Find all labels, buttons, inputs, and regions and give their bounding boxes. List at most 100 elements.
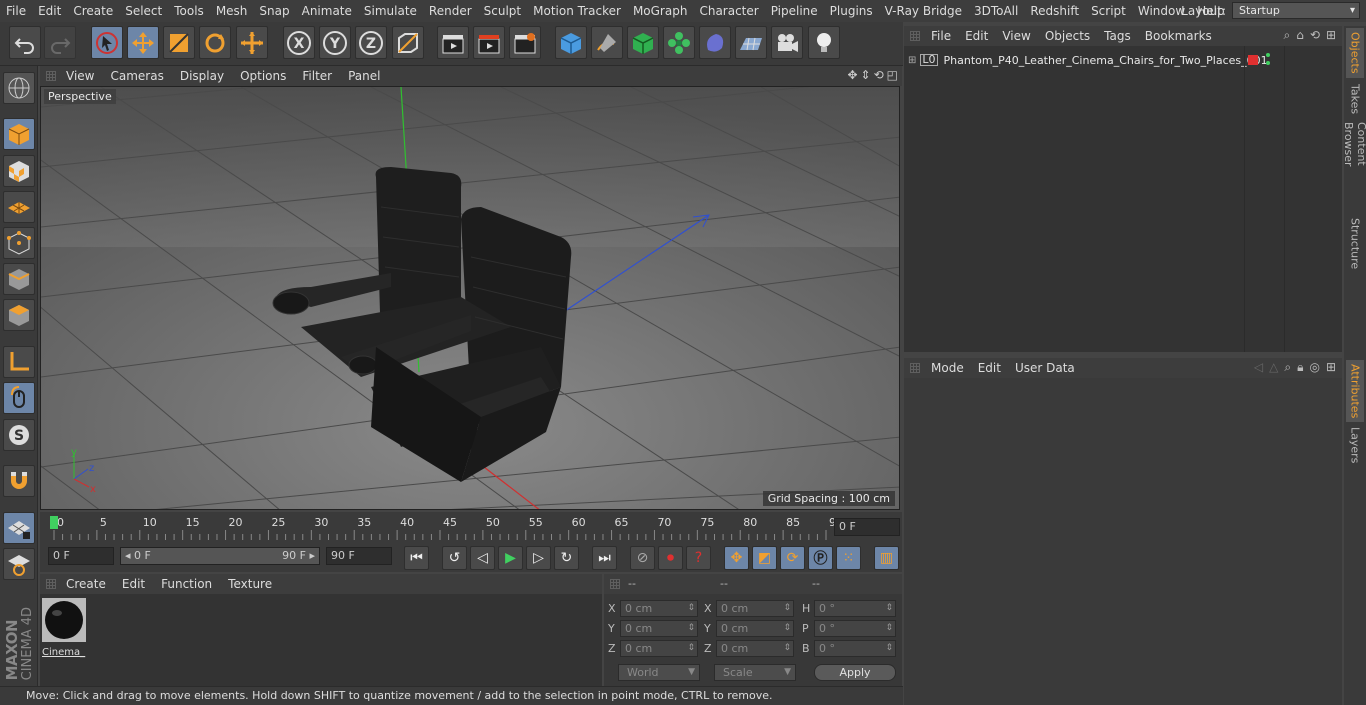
menu-tools[interactable]: Tools bbox=[168, 0, 210, 22]
cube-primitive-button[interactable] bbox=[555, 26, 587, 59]
target-icon[interactable]: ◎ bbox=[1309, 360, 1319, 375]
rot-b-field[interactable]: 0 ° bbox=[814, 640, 896, 657]
next-frame-button[interactable]: ▷ bbox=[526, 546, 551, 570]
live-selection-button[interactable] bbox=[91, 26, 123, 59]
panel-grip-icon[interactable] bbox=[910, 363, 920, 373]
record-keys-button[interactable]: ⊘ bbox=[630, 546, 655, 570]
workplane-lock-button[interactable] bbox=[3, 512, 35, 544]
z-axis-lock-button[interactable]: Z bbox=[355, 26, 387, 59]
tweak-mode-button[interactable] bbox=[3, 382, 35, 414]
tab-structure[interactable]: Structure bbox=[1346, 216, 1364, 272]
object-menu-objects[interactable]: Objects bbox=[1038, 29, 1097, 43]
x-axis-lock-button[interactable]: X bbox=[283, 26, 315, 59]
maximize-icon[interactable]: ◰ bbox=[887, 68, 898, 82]
point-mode-button[interactable] bbox=[3, 227, 35, 259]
lock-icon[interactable]: 🔒︎ bbox=[1297, 360, 1303, 375]
perspective-viewport[interactable]: y z x Perspective Grid Spacing : 100 cm bbox=[40, 86, 900, 510]
attr-menu-mode[interactable]: Mode bbox=[924, 361, 971, 375]
size-y-field[interactable]: 0 cm bbox=[716, 620, 794, 637]
polygon-mode-button[interactable] bbox=[3, 299, 35, 331]
back-icon[interactable]: ⟲ bbox=[1310, 28, 1320, 43]
size-x-field[interactable]: 0 cm bbox=[716, 600, 794, 617]
cloner-button[interactable] bbox=[663, 26, 695, 59]
record-parameter-button[interactable]: Ⓟ bbox=[808, 546, 833, 570]
material-menu-create[interactable]: Create bbox=[58, 577, 114, 591]
current-frame-field[interactable]: 0 F bbox=[834, 518, 900, 536]
record-point-level-button[interactable]: ⁙ bbox=[836, 546, 861, 570]
pen-spline-button[interactable] bbox=[591, 26, 623, 59]
object-menu-edit[interactable]: Edit bbox=[958, 29, 995, 43]
tab-objects[interactable]: Objects bbox=[1346, 28, 1364, 78]
apply-button[interactable]: Apply bbox=[814, 664, 896, 681]
menu-snap[interactable]: Snap bbox=[253, 0, 295, 22]
material-swatch[interactable]: Cinema_ bbox=[42, 598, 86, 658]
render-view-button[interactable] bbox=[437, 26, 469, 59]
menu-create[interactable]: Create bbox=[67, 0, 119, 22]
panel-grip-icon[interactable] bbox=[46, 71, 56, 81]
go-to-start-button[interactable]: ⏮ bbox=[404, 546, 429, 570]
record-position-button[interactable]: ✥ bbox=[724, 546, 749, 570]
model-mode-button[interactable] bbox=[3, 118, 35, 150]
rot-p-field[interactable]: 0 ° bbox=[814, 620, 896, 637]
pos-y-field[interactable]: 0 cm bbox=[620, 620, 698, 637]
menu-sculpt[interactable]: Sculpt bbox=[478, 0, 527, 22]
viewport-menu-options[interactable]: Options bbox=[232, 69, 294, 83]
keyframe-selection-button[interactable]: ? bbox=[686, 546, 711, 570]
dolly-icon[interactable]: ⇕ bbox=[861, 68, 871, 82]
menu-plugins[interactable]: Plugins bbox=[824, 0, 879, 22]
previous-frame-button[interactable]: ◁ bbox=[470, 546, 495, 570]
object-menu-bookmarks[interactable]: Bookmarks bbox=[1138, 29, 1219, 43]
expand-icon[interactable]: ⊞ bbox=[908, 55, 916, 66]
tab-content-browser[interactable]: Content Browser bbox=[1342, 122, 1366, 208]
scale-tool-button[interactable] bbox=[163, 26, 195, 59]
edge-mode-button[interactable] bbox=[3, 263, 35, 295]
move-tool-button[interactable] bbox=[127, 26, 159, 59]
y-axis-lock-button[interactable]: Y bbox=[319, 26, 351, 59]
menu-redshift[interactable]: Redshift bbox=[1024, 0, 1085, 22]
orbit-icon[interactable]: ⟲ bbox=[874, 68, 884, 82]
tab-layers[interactable]: Layers bbox=[1346, 426, 1364, 464]
arrow-left-icon[interactable]: ◁ bbox=[1254, 360, 1263, 375]
render-settings-button[interactable] bbox=[509, 26, 541, 59]
workplane-align-button[interactable] bbox=[3, 548, 35, 580]
menu-mesh[interactable]: Mesh bbox=[210, 0, 254, 22]
menu-select[interactable]: Select bbox=[119, 0, 168, 22]
size-mode-dropdown[interactable]: Scale ▼ bbox=[714, 664, 796, 681]
undo-button[interactable] bbox=[9, 26, 41, 59]
texture-mode-button[interactable] bbox=[3, 155, 35, 187]
home-icon[interactable]: ⌂ bbox=[1296, 28, 1304, 43]
record-rotation-button[interactable]: ⟳ bbox=[780, 546, 805, 570]
material-menu-edit[interactable]: Edit bbox=[114, 577, 153, 591]
pan-icon[interactable]: ✥ bbox=[847, 68, 857, 82]
next-key-button[interactable]: ↻ bbox=[554, 546, 579, 570]
object-row[interactable]: ⊞ L0 Phantom_P40_Leather_Cinema_Chairs_f… bbox=[904, 50, 1268, 70]
timeline-window-button[interactable]: ▥ bbox=[874, 546, 899, 570]
previous-key-button[interactable]: ↺ bbox=[442, 546, 467, 570]
floor-environment-button[interactable] bbox=[735, 26, 767, 59]
object-menu-view[interactable]: View bbox=[995, 29, 1037, 43]
magnet-button[interactable] bbox=[3, 465, 35, 497]
viewport-menu-display[interactable]: Display bbox=[172, 69, 232, 83]
menu-3dtoall[interactable]: 3DToAll bbox=[968, 0, 1024, 22]
deformer-button[interactable] bbox=[699, 26, 731, 59]
pos-x-field[interactable]: 0 cm bbox=[620, 600, 698, 617]
menu-file[interactable]: File bbox=[0, 0, 32, 22]
material-menu-texture[interactable]: Texture bbox=[220, 577, 280, 591]
redo-button[interactable] bbox=[44, 26, 76, 59]
timeline-ruler[interactable]: 051015202530354045505560657075808590 0 F bbox=[40, 512, 902, 544]
coordinate-space-dropdown[interactable]: World ▼ bbox=[618, 664, 700, 681]
camera-button[interactable] bbox=[771, 26, 803, 59]
panel-grip-icon[interactable] bbox=[46, 579, 56, 589]
coordinate-system-button[interactable] bbox=[392, 26, 424, 59]
layout-dropdown[interactable]: Startup bbox=[1232, 2, 1360, 19]
viewport-menu-panel[interactable]: Panel bbox=[340, 69, 388, 83]
record-scale-button[interactable]: ◩ bbox=[752, 546, 777, 570]
menu-animate[interactable]: Animate bbox=[296, 0, 358, 22]
search-icon[interactable]: ⌕ bbox=[1284, 360, 1291, 375]
panel-grip-icon[interactable] bbox=[610, 579, 620, 589]
search-icon[interactable]: ⌕ bbox=[1284, 28, 1291, 43]
transform-tool-button[interactable] bbox=[236, 26, 268, 59]
start-frame-field[interactable]: 0 F bbox=[48, 547, 114, 565]
snapping-button[interactable]: S bbox=[3, 419, 35, 451]
menu-render[interactable]: Render bbox=[423, 0, 478, 22]
